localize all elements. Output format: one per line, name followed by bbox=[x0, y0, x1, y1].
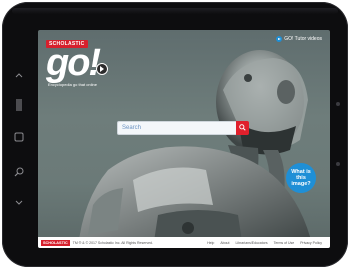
sensor-dot bbox=[336, 162, 340, 166]
footer-scholastic-logo[interactable]: SCHOLASTIC bbox=[41, 239, 70, 246]
tutor-videos-label: GO! Tutor videos bbox=[284, 36, 322, 42]
footer-link-help[interactable]: Help bbox=[207, 241, 214, 245]
chevron-up-icon[interactable] bbox=[8, 72, 30, 78]
search-icon[interactable] bbox=[8, 167, 30, 177]
tablet-device: SCHOLASTIC go! Encyclopedia go that onli… bbox=[2, 2, 348, 267]
chevron-down-icon[interactable] bbox=[8, 200, 30, 206]
footer-link-terms[interactable]: Terms of Use bbox=[274, 241, 295, 245]
tagline: Encyclopedia go that online bbox=[48, 82, 97, 87]
footer-link-about[interactable]: About bbox=[220, 241, 229, 245]
menu-lines-icon[interactable] bbox=[8, 99, 30, 111]
square-icon[interactable] bbox=[8, 132, 30, 142]
footer-link-librarians[interactable]: Librarians/Educators bbox=[235, 241, 267, 245]
search-bar: Search bbox=[117, 121, 249, 135]
footer-bar: SCHOLASTIC TM ® & © 2017 Scholastic Inc.… bbox=[38, 237, 330, 248]
search-input[interactable]: Search bbox=[117, 121, 236, 135]
play-icon bbox=[276, 36, 283, 42]
arrow-right-icon bbox=[96, 63, 108, 75]
tutor-videos-link[interactable]: GO! Tutor videos bbox=[276, 36, 322, 42]
tablet-screen: SCHOLASTIC go! Encyclopedia go that onli… bbox=[38, 30, 330, 248]
what-is-this-image-button[interactable]: What is this image? bbox=[286, 163, 316, 193]
footer-link-privacy[interactable]: Privacy Policy bbox=[300, 241, 322, 245]
search-button[interactable] bbox=[236, 121, 249, 135]
footer-links: Help About Librarians/Educators Terms of… bbox=[207, 241, 322, 245]
camera-dot bbox=[336, 102, 340, 106]
tablet-sheen bbox=[12, 8, 338, 14]
search-icon bbox=[239, 124, 246, 131]
go-logo[interactable]: go! bbox=[46, 44, 101, 82]
footer-copyright: TM ® & © 2017 Scholastic Inc. All Rights… bbox=[72, 240, 153, 245]
